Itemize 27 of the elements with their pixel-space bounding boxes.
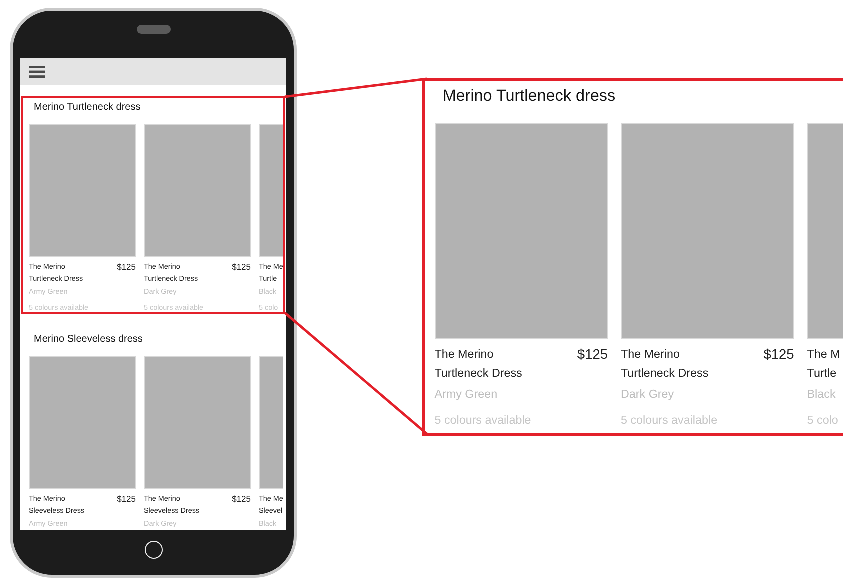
product-colour: Dark Grey: [621, 386, 674, 403]
section-title: Merino Sleeveless dress: [33, 334, 144, 346]
product-price: $125: [232, 493, 251, 505]
availability-text: 5 colours available: [621, 413, 718, 430]
availability-text: 5 colours available: [434, 413, 532, 430]
product-colour: Army Green: [434, 386, 498, 403]
product-name: The M Turtle: [807, 347, 840, 382]
product-price: $125: [577, 346, 608, 364]
product-price: $125: [764, 346, 794, 364]
product-price: $125: [232, 261, 251, 273]
menu-icon[interactable]: [29, 66, 45, 78]
product-image-placeholder[interactable]: [434, 123, 608, 339]
product-image-placeholder[interactable]: [29, 356, 136, 489]
product-image-placeholder[interactable]: [144, 124, 251, 257]
product-image-placeholder[interactable]: [144, 356, 251, 489]
product-name: The Merino Turtleneck Dress: [434, 347, 522, 382]
product-colour: Black: [807, 386, 836, 403]
product-name: The Merino Turtleneck Dress: [621, 347, 709, 382]
home-button[interactable]: [144, 540, 162, 558]
speaker-slot: [136, 25, 170, 34]
availability-text: 5 colo: [807, 413, 838, 430]
product-price: $125: [117, 261, 136, 273]
section-title: Merino Turtleneck dress: [442, 87, 617, 107]
product-image-placeholder[interactable]: [29, 124, 136, 257]
section-title: Merino Turtleneck dress: [33, 102, 142, 114]
product-image-placeholder[interactable]: [621, 123, 794, 339]
product-price: $125: [117, 493, 136, 505]
